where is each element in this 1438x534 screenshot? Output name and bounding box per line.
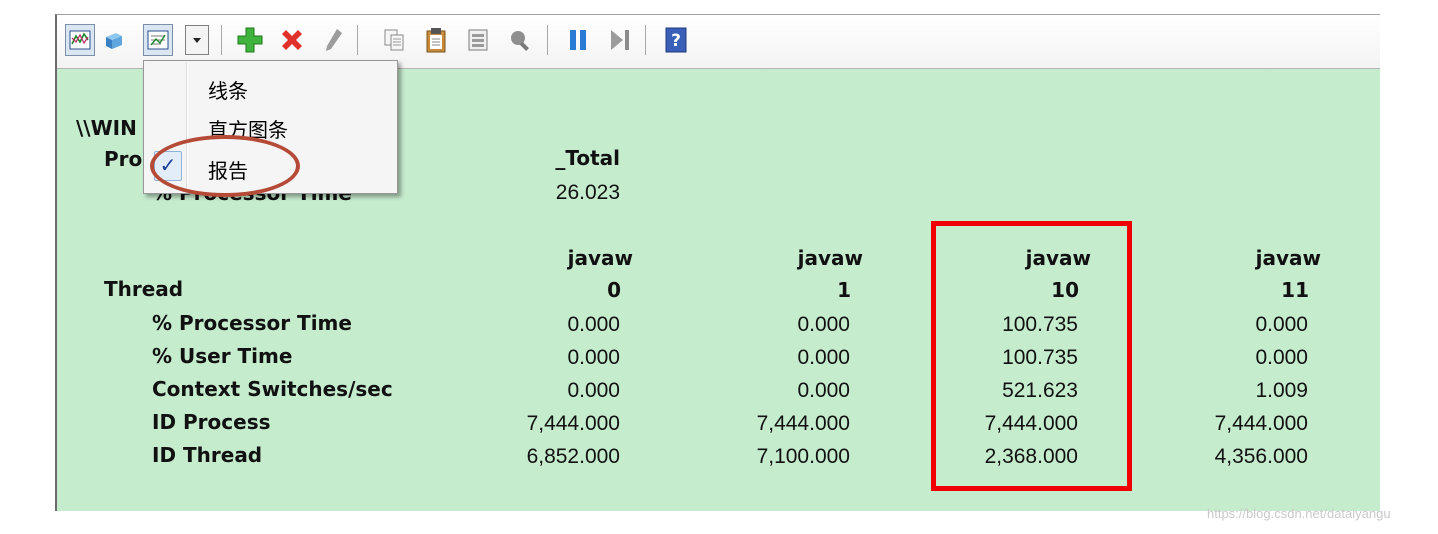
paste-counter-list-icon[interactable] (421, 24, 451, 56)
counter-value: 0.000 (567, 313, 620, 336)
process-object-label: Pro (104, 147, 143, 171)
counter-label: Context Switches/sec (152, 377, 393, 401)
toolbar-separator (357, 25, 358, 55)
annotation-highlight-box (931, 221, 1132, 491)
properties-icon[interactable] (463, 24, 493, 56)
toolbar-separator (645, 25, 646, 55)
counter-label: % User Time (152, 344, 293, 368)
counter-label: ID Thread (152, 443, 263, 467)
process-instance-name: _Total (555, 146, 620, 170)
delete-counter-icon[interactable] (277, 24, 307, 56)
instance-name: javaw (567, 246, 633, 270)
counter-label: ID Process (152, 410, 271, 434)
help-icon[interactable]: ? (661, 24, 691, 56)
histogram-view-icon[interactable] (99, 24, 129, 56)
counter-value: 0.000 (797, 313, 850, 336)
highlight-icon[interactable] (319, 24, 349, 56)
counter-value: 4,356.000 (1214, 445, 1308, 468)
counter-value: 6,852.000 (526, 445, 620, 468)
watermark: https://blog.csdn.net/dataiyangu (1207, 506, 1391, 521)
copy-properties-icon[interactable] (379, 24, 409, 56)
instance-name: javaw (797, 246, 863, 270)
instance-id: 0 (607, 278, 621, 302)
counter-value: 7,100.000 (756, 445, 850, 468)
counter-value: 0.000 (567, 379, 620, 402)
toolbar-separator (547, 25, 548, 55)
thread-object-label: Thread (104, 277, 184, 301)
line-chart-view-icon[interactable] (65, 24, 95, 56)
freeze-display-icon[interactable] (563, 24, 593, 56)
counter-value: 0.000 (797, 346, 850, 369)
svg-text:?: ? (671, 31, 681, 51)
counter-value: 1.009 (1255, 379, 1308, 402)
add-counter-icon[interactable] (235, 24, 265, 56)
menu-item-line[interactable]: 线条 (208, 75, 248, 104)
counter-value: 7,444.000 (756, 412, 850, 435)
zoom-icon[interactable] (505, 24, 535, 56)
instance-name: javaw (1255, 246, 1321, 270)
report-view-icon[interactable] (143, 24, 173, 56)
counter-value: 0.000 (567, 346, 620, 369)
counter-value: 0.000 (797, 379, 850, 402)
instance-id: 11 (1281, 278, 1309, 302)
annotation-oval (150, 135, 300, 197)
counter-value: 0.000 (1255, 346, 1308, 369)
view-dropdown-icon[interactable] (185, 25, 209, 55)
toolbar-separator (221, 25, 222, 55)
counter-value: 0.000 (1255, 313, 1308, 336)
counter-value: 7,444.000 (526, 412, 620, 435)
process-value: 26.023 (555, 181, 620, 204)
update-data-icon[interactable] (605, 24, 635, 56)
machine-label: \\WIN (76, 116, 137, 140)
counter-label: % Processor Time (152, 311, 352, 335)
counter-value: 7,444.000 (1214, 412, 1308, 435)
instance-id: 1 (837, 278, 851, 302)
